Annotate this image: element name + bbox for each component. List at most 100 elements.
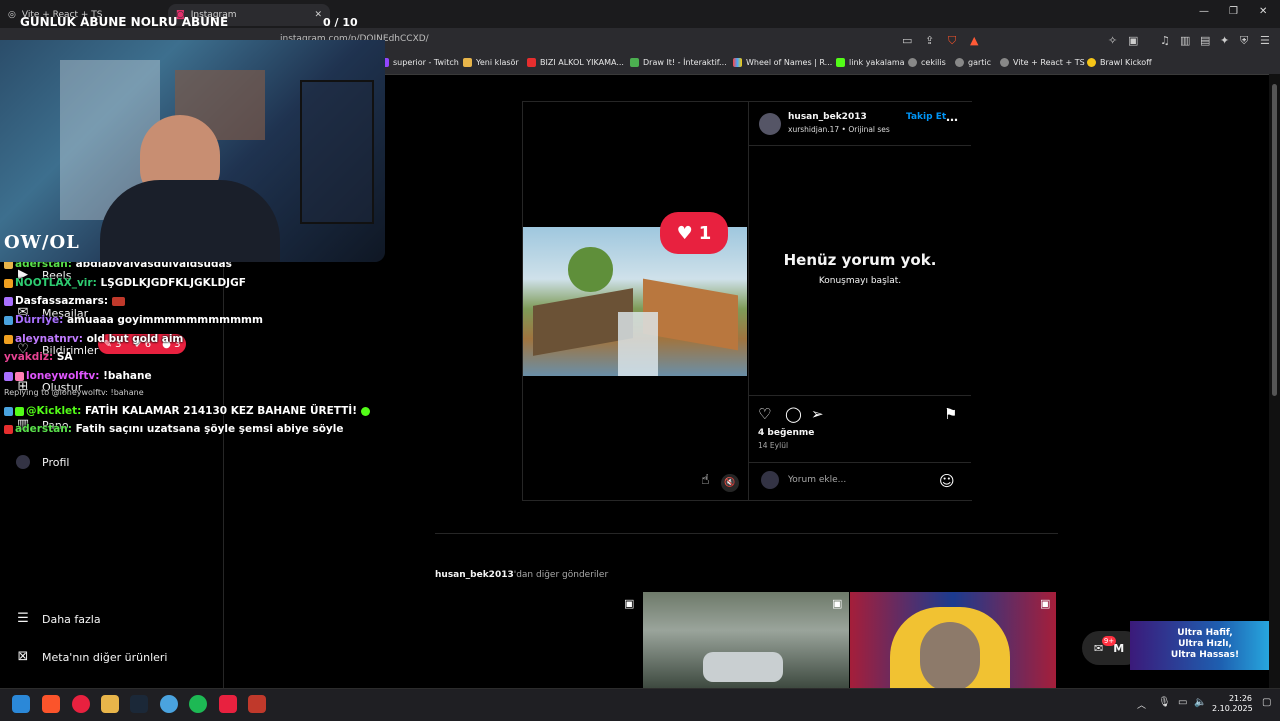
chat-message: yvakdiz: SA [4, 351, 73, 363]
post-audio[interactable]: xurshidjan.17 • Orijinal ses [788, 125, 890, 134]
leo-icon[interactable]: ✦ [1220, 34, 1229, 47]
brave-shield-icon[interactable]: ⛉ [948, 34, 956, 48]
microphone-icon[interactable]: 🎙 [1158, 697, 1171, 708]
car [703, 652, 783, 682]
likes-count[interactable]: 4 beğenme [758, 428, 814, 438]
spotify-icon[interactable] [189, 695, 207, 713]
notification-icon[interactable]: ▢ [1262, 697, 1271, 708]
post-header [748, 102, 971, 146]
stream-counter: 0 / 10 [323, 16, 358, 29]
bookmark-item[interactable]: Brawl Kickoff [1087, 58, 1152, 67]
bookmark-item[interactable]: superior - Twitch [380, 58, 459, 67]
bookmark-item[interactable]: Vite + React + TS [1000, 58, 1085, 67]
reel-icon: ▣ [832, 597, 843, 610]
follow-button[interactable]: Takip Et [906, 112, 946, 122]
cursor-icon: ☝ [701, 472, 710, 488]
mute-button[interactable]: 🔇 [721, 474, 739, 492]
emote-icon [360, 406, 370, 416]
globe-icon [955, 58, 964, 67]
chevron-up-icon[interactable]: ︿ [1137, 698, 1146, 711]
chat-message: loneywolftv: !bahane [4, 370, 152, 382]
extensions-icon[interactable]: ✧ [1108, 34, 1117, 47]
system-clock[interactable]: 21:26 2.10.2025 [1212, 694, 1253, 714]
network-icon[interactable]: ▭ [1178, 697, 1187, 708]
close-tab-icon[interactable]: ✕ [314, 10, 322, 20]
badge-icon [15, 371, 24, 381]
minimize-icon[interactable]: — [1199, 6, 1209, 17]
bookmark-item[interactable]: BIZI ALKOL YIKAMA... [527, 58, 624, 67]
avatar[interactable] [759, 113, 781, 135]
post-thumbnail[interactable] [643, 592, 849, 688]
ad-overlay: Ultra Hafif, Ultra Hızlı, Ultra Hassas! [1130, 621, 1280, 670]
chat-reply-context: Replying to @loneywolftv: !bahane [4, 388, 144, 397]
message-count-badge: 9+ [1102, 636, 1116, 646]
globe-icon [1000, 58, 1009, 67]
emote-icon [111, 296, 125, 306]
bookmark-item[interactable]: cekilis [908, 58, 946, 67]
steam-icon[interactable] [130, 695, 148, 713]
sidebar-item-more[interactable]: ☰ Daha fazla [16, 612, 100, 626]
heart-icon: ♥ [676, 222, 693, 244]
post-thumbnail[interactable] [850, 592, 1056, 688]
volume-icon[interactable]: 🔈 [1194, 697, 1206, 708]
bookmark-item[interactable]: link yakalama [836, 58, 905, 67]
vpn-icon[interactable]: ▤ [1200, 34, 1210, 47]
youtube-icon [527, 58, 536, 67]
sidebar-item-meta[interactable]: ⊠ Meta'nın diğer ürünleri [16, 650, 168, 664]
sidebar-item-profile[interactable]: Profil [16, 455, 69, 469]
scrollbar-thumb[interactable] [1272, 84, 1277, 396]
globe-icon: ◎ [8, 10, 16, 20]
post-date: 14 Eylül [758, 441, 789, 450]
bookmark-item[interactable]: Wheel of Names | R... [733, 58, 832, 67]
share-icon[interactable]: ⇪ [925, 34, 934, 47]
divider [748, 395, 971, 396]
close-window-icon[interactable]: ✕ [1259, 6, 1267, 17]
badge-icon [4, 424, 13, 434]
badge-icon [4, 278, 13, 288]
badge-icon [4, 334, 13, 344]
folder-icon[interactable] [101, 695, 119, 713]
bookmark-item[interactable]: Draw It! - İnteraktif... [630, 58, 727, 67]
app-icon[interactable] [219, 695, 237, 713]
kick-icon [836, 58, 845, 67]
shelf [300, 80, 374, 224]
webcam-overlay [0, 40, 385, 262]
bookmark-item[interactable]: Yeni klasör [463, 58, 519, 67]
badge-icon [15, 406, 24, 416]
chat-message: @Kicklet: FATİH KALAMAR 214130 KEZ BAHAN… [4, 405, 372, 417]
screen-icon[interactable]: ▭ [902, 34, 912, 47]
tree [568, 247, 613, 292]
comment-input[interactable] [788, 473, 928, 487]
shield-icon[interactable]: ⛨ [1240, 34, 1248, 48]
post-username[interactable]: husan_bek2013 [788, 112, 867, 122]
like-notification-bubble: ♥ 1 [660, 212, 728, 254]
more-options-icon[interactable]: ⋯ [946, 113, 958, 127]
sidebar-toggle-icon[interactable]: ▥ [1180, 34, 1190, 47]
music-icon[interactable]: ♫ [1160, 34, 1170, 47]
app-icon[interactable] [248, 695, 266, 713]
emoji-icon[interactable]: ☺ [939, 472, 955, 490]
windows-start-icon[interactable] [12, 695, 30, 713]
stream-logo: OW/OL [4, 232, 80, 253]
start-conversation-text: Konuşmayı başlat. [818, 276, 902, 286]
chat-message: aleynatnrv: old but gold aim [4, 333, 183, 345]
menu-icon[interactable]: ☰ [1260, 34, 1270, 47]
animal [920, 622, 980, 688]
no-comments-title: Henüz yorum yok. [783, 251, 937, 269]
globe-icon [908, 58, 917, 67]
bookmark-item[interactable]: gartic [955, 58, 991, 67]
brave-icon[interactable] [42, 695, 60, 713]
reel-icon: ▣ [624, 597, 635, 610]
share-icon[interactable]: ➢ [811, 405, 824, 423]
app-icon[interactable] [160, 695, 178, 713]
bookmark-icon[interactable]: ⚑ [944, 405, 957, 423]
reel-icon: ▣ [1040, 597, 1051, 610]
chat-message: NOOTLAX_vir: LŞGDLKJGDFKLJGKLDJGF [4, 277, 246, 289]
wallet-icon[interactable]: ▣ [1128, 34, 1138, 47]
comment-icon[interactable]: ◯ [785, 405, 802, 423]
brave-rewards-icon[interactable]: ▲ [970, 34, 978, 47]
avatar [16, 455, 30, 469]
maximize-icon[interactable]: ❐ [1229, 6, 1238, 17]
like-icon[interactable]: ♡ [758, 405, 771, 423]
maps-icon[interactable] [72, 695, 90, 713]
